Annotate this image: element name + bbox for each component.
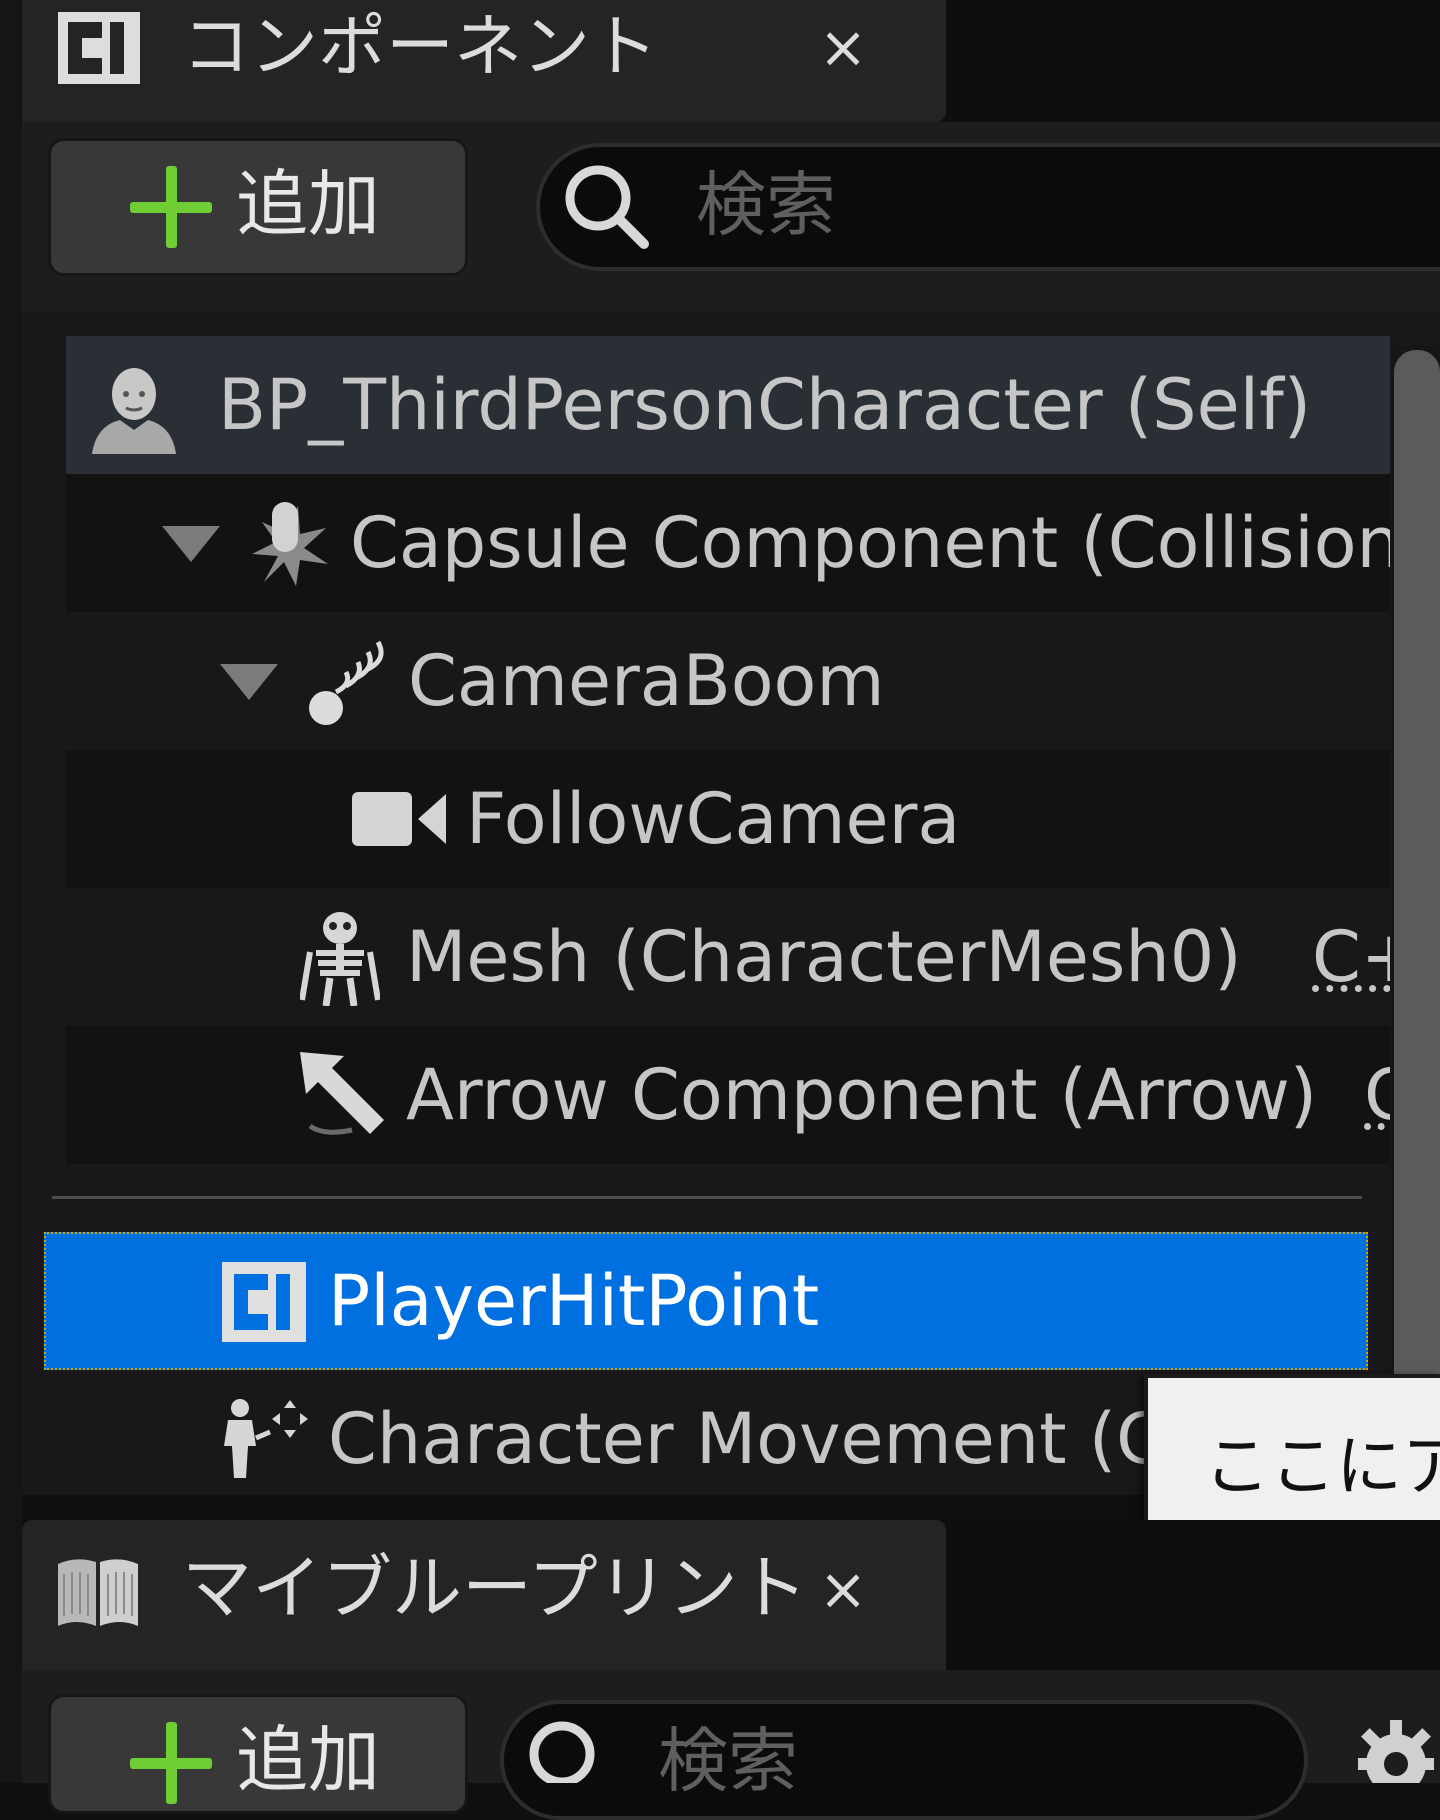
add-button-label: 追加 — [236, 162, 381, 246]
tree-row-label: Capsule Component (Collision — [350, 502, 1401, 584]
spring-arm-icon — [309, 640, 384, 725]
character-movement-icon — [224, 1399, 308, 1478]
gear-icon[interactable] — [1350, 1718, 1440, 1783]
tree-row-label: CameraBoom — [408, 640, 885, 722]
search-input[interactable] — [536, 143, 1440, 271]
search-icon — [565, 165, 649, 249]
plus-icon — [130, 166, 212, 248]
skeletal-mesh-icon — [300, 912, 380, 1006]
plus-icon — [130, 1722, 212, 1804]
tree-row-capsule[interactable]: Capsule Component (Collision — [66, 474, 1401, 612]
tree-row-self[interactable]: BP_ThirdPersonCharacter (Self) — [66, 336, 1390, 474]
tree-row-character-movement[interactable]: Character Movement (C — [44, 1370, 1144, 1508]
expand-arrow-icon[interactable] — [220, 664, 278, 700]
component-icon — [58, 12, 140, 84]
tab-close-button[interactable]: × — [818, 1554, 868, 1624]
tree-row-cameraboom[interactable]: CameraBoom — [66, 612, 1390, 750]
search-placeholder: 検索 — [696, 164, 836, 246]
tree-row-arrow[interactable]: Arrow Component (Arrow) C — [66, 1026, 1390, 1164]
tree-row-label: FollowCamera — [466, 778, 961, 860]
search-input[interactable] — [500, 1700, 1308, 1820]
tree-separator — [52, 1196, 1362, 1199]
search-icon — [529, 1721, 595, 1783]
tree-row-playerhitpoint[interactable]: PlayerHitPoint — [44, 1232, 1368, 1370]
tree-row-label: Mesh (CharacterMesh0) — [406, 916, 1242, 998]
component-icon — [222, 1262, 306, 1342]
tooltip-text: ここにア — [1204, 1428, 1440, 1505]
tree-row-label: Character Movement (C — [328, 1398, 1144, 1480]
native-component-link[interactable]: C — [1364, 1026, 1390, 1164]
camera-icon — [352, 792, 446, 846]
tab-title: コンポーネント — [182, 8, 659, 87]
tree-row-mesh[interactable]: Mesh (CharacterMesh0) C+ — [66, 888, 1390, 1026]
blueprint-book-icon — [58, 1559, 138, 1626]
expand-arrow-icon[interactable] — [162, 526, 220, 562]
scrollbar-thumb[interactable] — [1394, 350, 1440, 1490]
tab-close-button[interactable]: × — [818, 12, 868, 82]
left-edge-strip — [0, 0, 22, 1783]
capsule-icon — [252, 502, 328, 586]
search-placeholder: 検索 — [658, 1720, 798, 1802]
tree-row-label: PlayerHitPoint — [328, 1260, 820, 1342]
tree-row-label: BP_ThirdPersonCharacter (Self) — [218, 364, 1312, 446]
tree-row-followcamera[interactable]: FollowCamera — [66, 750, 1390, 888]
arrow-icon — [300, 1052, 384, 1135]
add-button-label: 追加 — [236, 1718, 381, 1802]
tab-title: マイブループリント — [182, 1547, 808, 1629]
native-component-link[interactable]: C+ — [1312, 888, 1390, 1026]
character-self-icon — [92, 368, 176, 454]
tree-row-label: Arrow Component (Arrow) — [406, 1054, 1318, 1136]
